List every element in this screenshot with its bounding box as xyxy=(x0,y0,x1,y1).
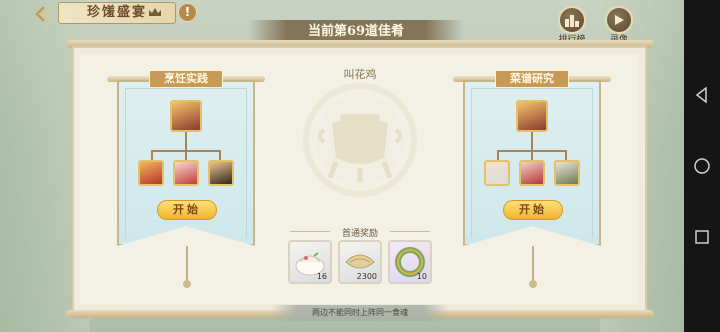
team-heading-left: 烹饪实践 xyxy=(149,70,223,88)
reward-quantity: 16 xyxy=(316,272,327,281)
system-nav-bar xyxy=(684,0,720,332)
reward-quantity: 2300 xyxy=(356,272,377,281)
character-portrait[interactable] xyxy=(484,160,510,186)
back-arrow-icon xyxy=(35,6,51,22)
leaderboard-button[interactable]: 排行榜 xyxy=(552,6,592,45)
start-button-left[interactable]: 开始 xyxy=(157,200,217,220)
cauldron-emblem-icon xyxy=(303,83,417,197)
team-heading-right: 菜谱研究 xyxy=(495,70,569,88)
recents-square-icon[interactable] xyxy=(693,228,711,246)
back-triangle-icon[interactable] xyxy=(693,86,711,104)
reward-item[interactable]: 10 xyxy=(388,240,432,284)
back-button[interactable] xyxy=(34,5,56,23)
character-portrait-lead[interactable] xyxy=(170,100,202,132)
character-portrait[interactable] xyxy=(519,160,545,186)
character-portrait-lead[interactable] xyxy=(516,100,548,132)
info-button[interactable]: ! xyxy=(178,3,197,22)
reward-title: 首通奖励 xyxy=(341,229,378,239)
character-portrait[interactable] xyxy=(138,160,164,186)
hint-text: 两边不能同时上阵同一食魂 xyxy=(270,305,450,321)
character-portrait[interactable] xyxy=(554,160,580,186)
character-portrait[interactable] xyxy=(208,160,234,186)
top-bar: 珍馐盛宴 ! 当前第69道佳肴 排行榜 录像 xyxy=(0,0,684,45)
reward-quantity: 10 xyxy=(416,272,427,281)
leaderboard-icon xyxy=(565,15,579,27)
reward-item[interactable]: 16 xyxy=(288,240,332,284)
play-icon xyxy=(615,15,624,25)
home-circle-icon[interactable] xyxy=(693,157,711,175)
start-button-right[interactable]: 开始 xyxy=(503,200,563,220)
character-portrait[interactable] xyxy=(173,160,199,186)
reward-item[interactable]: 2300 xyxy=(338,240,382,284)
crown-icon xyxy=(149,8,161,16)
team-banner-left: 烹饪实践 开始 xyxy=(107,70,265,246)
replay-button[interactable]: 录像 xyxy=(599,6,639,45)
team-banner-right: 菜谱研究 开始 xyxy=(453,70,611,246)
